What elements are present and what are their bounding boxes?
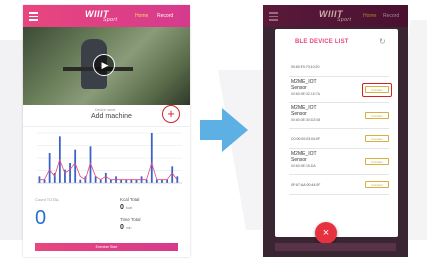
dialog-title: BLE DEVICE LIST (295, 39, 349, 45)
chart-bar (74, 149, 77, 183)
connect-button[interactable]: Connect (365, 112, 389, 119)
device-name: M2ME_IOT Sensor (291, 105, 317, 117)
count-total-label: Count TOTAL (35, 197, 60, 202)
tab-home[interactable]: Home (135, 13, 148, 19)
machine-bar: Device name Add machine + (23, 105, 190, 127)
chart-bar (104, 173, 107, 183)
chart-bar (43, 179, 46, 183)
device-mac: 0F:67:AA:00:44:0F (291, 183, 321, 187)
device-mac: 00:60:0E:30:D2:08 (291, 118, 321, 122)
app-logo: WIIIT Sport (319, 9, 352, 23)
chart-bar (79, 179, 82, 183)
refresh-icon[interactable]: ↻ (379, 37, 386, 46)
device-list-item[interactable]: M2ME_IOT Sensor 00:60:0E:32:15:7A Connect (289, 77, 392, 103)
chart-bar (155, 179, 158, 183)
tab-record: Record (383, 13, 400, 19)
close-button[interactable]: × (315, 222, 337, 244)
chart-bar (161, 179, 163, 183)
tab-home: Home (363, 13, 377, 19)
activity-chart (31, 129, 184, 189)
chart-bar (69, 163, 71, 183)
app-header-dimmed: WIIIT Sport Home Record (263, 5, 408, 27)
device-mac: C0:00:00:03:04:0F (291, 137, 320, 141)
device-list-item[interactable]: 00:60:F0:70:10:20 (289, 57, 389, 77)
ble-screen: WIIIT Sport Home Record BLE DEVICE LIST ↻… (263, 5, 408, 257)
chart-bar (130, 179, 133, 183)
connect-button[interactable]: Connect (365, 135, 389, 142)
device-list-item[interactable]: 0F:67:AA:00:44:0F Connect (289, 175, 389, 195)
chart-bar (171, 166, 174, 183)
chart-bar (48, 153, 51, 183)
time-total-label: Time Total (120, 217, 141, 222)
device-list-item[interactable]: M2ME_IOT Sensor 00:60:0E:30:D2:08 Connect (289, 103, 389, 129)
chart-bar (135, 179, 138, 183)
chart-bar (110, 179, 112, 183)
video-thumbnail[interactable]: ▶ (23, 27, 190, 105)
ble-device-dialog: BLE DEVICE LIST ↻ 00:60:F0:70:10:20 M2ME_… (275, 29, 398, 237)
menu-icon (269, 12, 278, 21)
count-total-value: 0 (35, 207, 47, 229)
chart-bar (166, 179, 168, 183)
connect-button[interactable]: Connect (365, 181, 389, 188)
app-header: WIIIT Sport Home Record (23, 5, 190, 27)
chart-bar (94, 176, 97, 183)
device-name: M2ME_IOT Sensor (291, 79, 317, 91)
device-mac: 00:60:F0:70:10:20 (291, 65, 320, 69)
chart-bar (145, 179, 148, 183)
time-total-value: 0 min (120, 224, 132, 231)
arrow-right-icon (200, 108, 248, 152)
device-mac: 00:60:0E:32:15:7A (291, 92, 320, 96)
machine-label-small: Device name (95, 108, 116, 112)
device-name: M2ME_IOT Sensor (291, 151, 317, 163)
device-list: 00:60:F0:70:10:20 M2ME_IOT Sensor 00:60:0E:… (289, 57, 392, 195)
play-icon[interactable]: ▶ (93, 54, 115, 76)
chart-bar (150, 133, 153, 183)
chart-bar (120, 179, 123, 183)
exercise-start-button[interactable]: Exercise Start (35, 243, 178, 251)
highlight-box (362, 83, 392, 97)
app-logo: WIIIT Sport (85, 9, 118, 23)
chart-svg (37, 132, 182, 184)
device-list-item[interactable]: M2ME_IOT Sensor 00:60:0E:15:DA Connect (289, 149, 389, 175)
add-machine-label: Add machine (91, 113, 132, 120)
chart-bar (99, 179, 102, 183)
home-screen: WIIIT Sport Home Record ▶ Device name Add… (23, 5, 190, 257)
device-list-item[interactable]: C0:00:00:03:04:0F Connect (289, 129, 389, 149)
device-mac: 00:60:0E:15:DA (291, 164, 316, 168)
connect-button[interactable]: Connect (365, 158, 389, 165)
exercise-start-button-dimmed (275, 243, 396, 251)
add-machine-button[interactable]: + (162, 105, 180, 123)
kcal-total-value: 0 kcal (120, 204, 133, 211)
stats-panel: Count TOTAL 0 Kcal Total 0 kcal Time Tot… (23, 195, 190, 243)
tab-record[interactable]: Record (157, 13, 173, 19)
kcal-total-label: Kcal Total (120, 197, 140, 202)
chart-bar (125, 179, 128, 183)
menu-icon[interactable] (29, 12, 38, 21)
